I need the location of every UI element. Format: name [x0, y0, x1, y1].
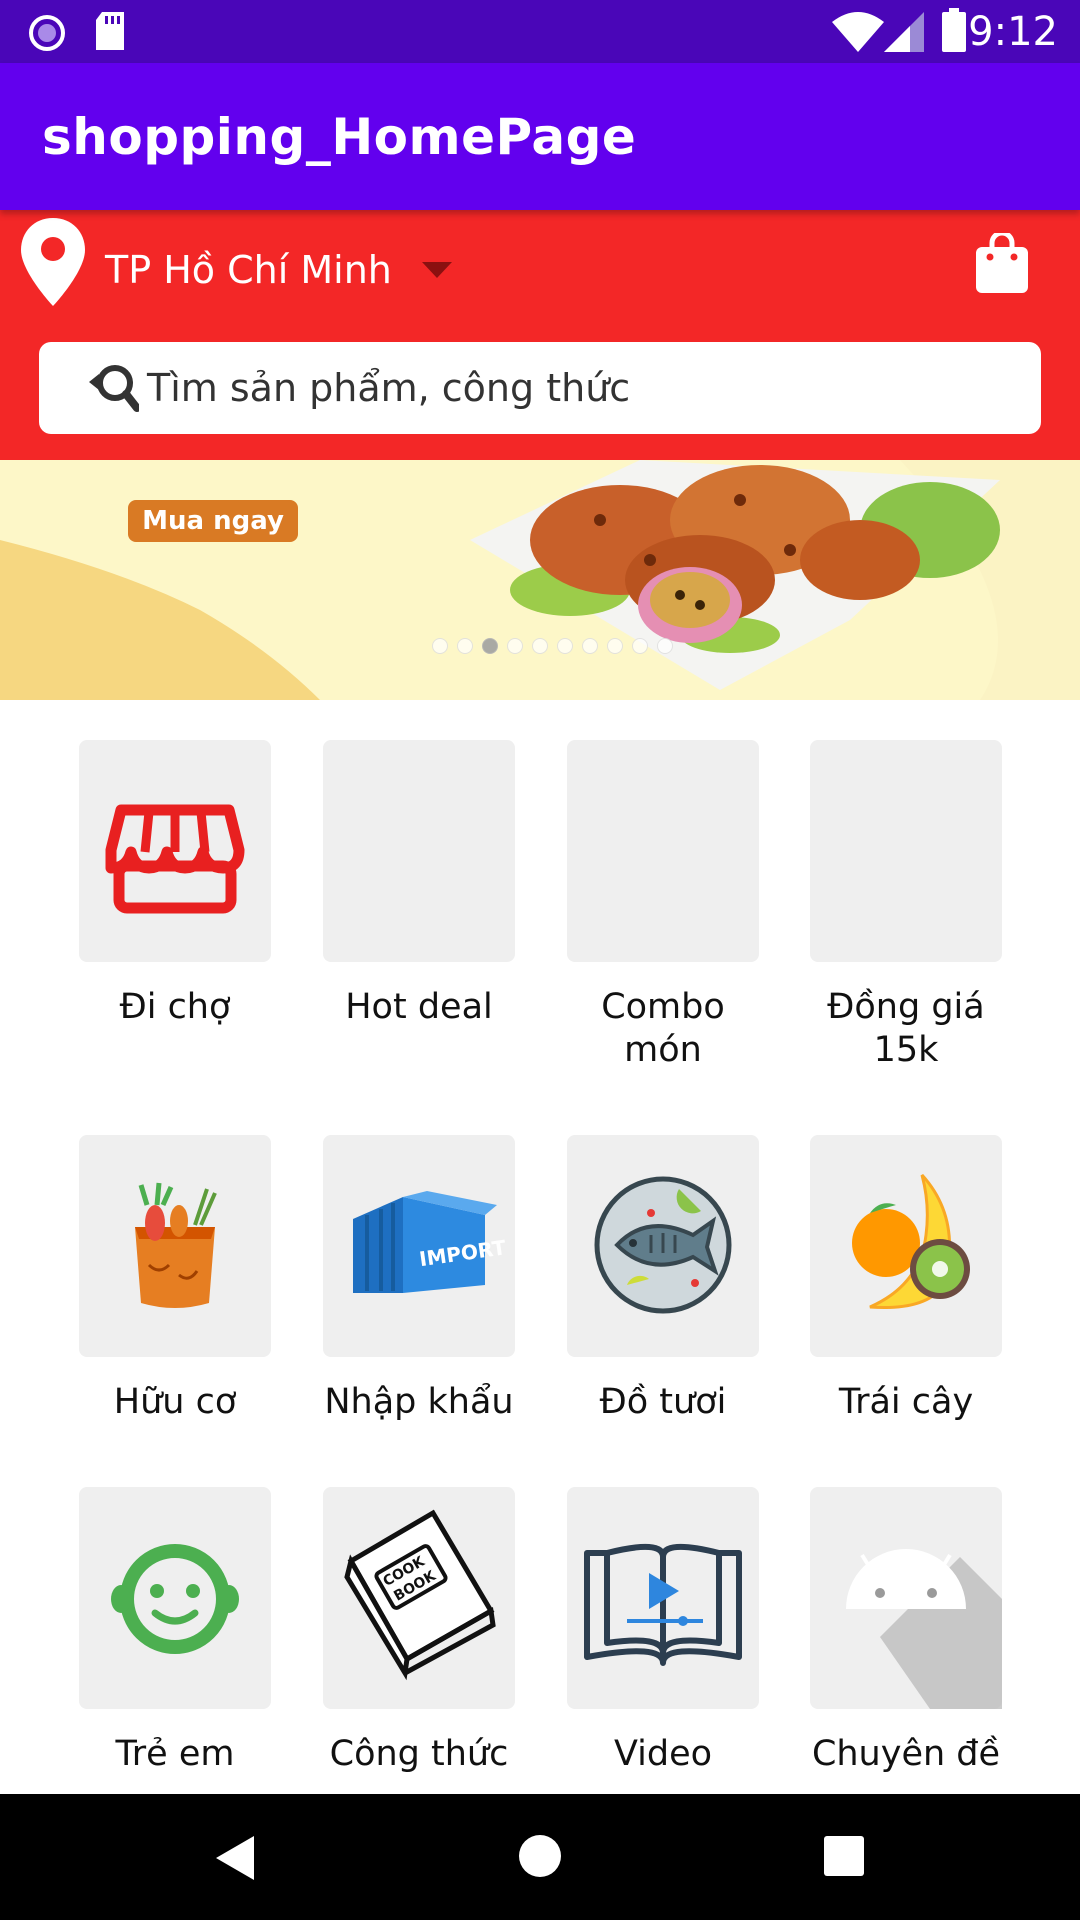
carousel-indicator: [432, 638, 682, 658]
wifi-icon: [832, 12, 884, 52]
carousel-dot[interactable]: [507, 638, 523, 654]
location-pin-icon[interactable]: [18, 216, 88, 308]
category-label: Video: [613, 1734, 713, 1774]
carousel-dot[interactable]: [532, 638, 548, 654]
app-title: shopping_HomePage: [42, 108, 637, 166]
sd-card-icon: [96, 12, 124, 50]
notification-dot-icon: [29, 15, 65, 51]
category-label: Trái cây: [838, 1382, 974, 1422]
category-label: Công thức: [329, 1734, 509, 1774]
category-tile[interactable]: [79, 1135, 271, 1357]
category-label: Nhập khẩu: [324, 1382, 514, 1422]
carousel-dot[interactable]: [482, 638, 498, 654]
banner-background-shape: [0, 460, 1080, 700]
recents-icon[interactable]: [824, 1836, 864, 1876]
navigation-bar: [0, 1794, 1080, 1920]
category-tile[interactable]: IMPORT: [323, 1135, 515, 1357]
fish-plate-icon: [594, 1176, 732, 1314]
category-label: Chuyên đề: [811, 1734, 1001, 1774]
vegetable-bag-icon: [135, 1182, 217, 1308]
back-icon[interactable]: [214, 1834, 258, 1882]
signal-icon: [884, 12, 924, 52]
chevron-down-icon[interactable]: [422, 262, 452, 280]
android-icon: [846, 1549, 1002, 1709]
category-tile[interactable]: [567, 740, 759, 962]
category-tile[interactable]: [567, 1135, 759, 1357]
carousel-dot[interactable]: [457, 638, 473, 654]
category-label: Đồ tươi: [599, 1382, 727, 1422]
category-tile[interactable]: [79, 1487, 271, 1709]
carousel-dot[interactable]: [632, 638, 648, 654]
cookbook-icon: COOK BOOK: [344, 1509, 496, 1681]
category-tile[interactable]: [810, 740, 1002, 962]
category-label: Hữu cơ: [113, 1382, 237, 1422]
carousel-dot[interactable]: [557, 638, 573, 654]
carousel-dot[interactable]: [432, 638, 448, 654]
home-icon[interactable]: [518, 1834, 562, 1878]
battery-icon: [942, 8, 966, 52]
carousel-dot[interactable]: [657, 638, 673, 654]
store-icon: [105, 804, 245, 914]
category-tile[interactable]: [810, 1487, 1002, 1709]
fruits-icon: [852, 1173, 970, 1309]
app-bar: shopping_HomePage: [0, 63, 1080, 210]
status-time: 9:12: [968, 9, 1058, 55]
location-search-header: TP Hồ Chí Minh Tìm sản phẩm, công thức: [0, 210, 1080, 460]
video-book-icon: [584, 1543, 742, 1666]
buy-now-badge[interactable]: Mua ngay: [128, 500, 298, 542]
category-label: Đồng giá 15k: [827, 987, 985, 1070]
carousel-dot[interactable]: [607, 638, 623, 654]
category-tile[interactable]: COOK BOOK: [323, 1487, 515, 1709]
category-label: Đi chợ: [119, 987, 231, 1027]
status-bar: 9:12: [0, 0, 1080, 63]
search-placeholder: Tìm sản phẩm, công thức: [147, 366, 631, 410]
category-tile[interactable]: [567, 1487, 759, 1709]
category-tile[interactable]: [323, 740, 515, 962]
category-tile[interactable]: [810, 1135, 1002, 1357]
carousel-dot[interactable]: [582, 638, 598, 654]
search-input[interactable]: Tìm sản phẩm, công thức: [39, 342, 1041, 434]
category-label: Trẻ em: [115, 1734, 235, 1774]
location-name[interactable]: TP Hồ Chí Minh: [105, 248, 392, 292]
search-icon: [89, 365, 139, 412]
promo-banner[interactable]: Mua ngay: [0, 460, 1080, 700]
shopping-bag-icon[interactable]: [974, 233, 1030, 295]
category-label: Hot deal: [345, 987, 493, 1027]
category-label: Combo món: [601, 987, 725, 1070]
baby-face-icon: [111, 1544, 239, 1654]
import-container-icon: IMPORT: [353, 1191, 508, 1293]
category-tile[interactable]: [79, 740, 271, 962]
